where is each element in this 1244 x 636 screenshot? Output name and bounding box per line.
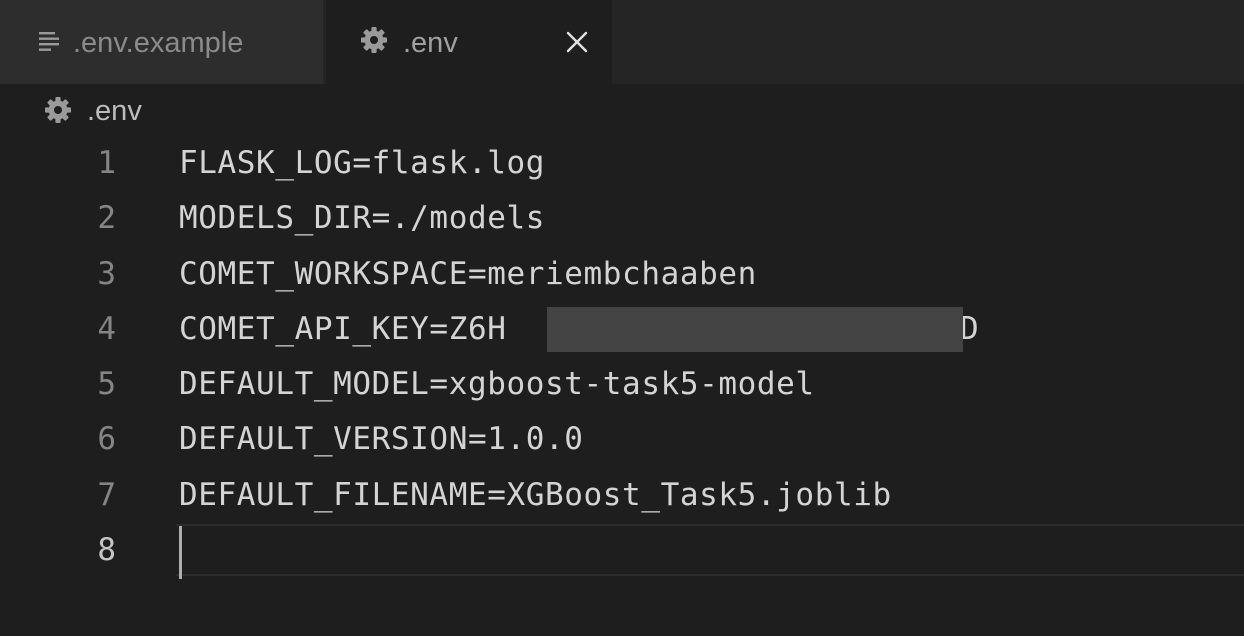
code-line[interactable]: 7 DEFAULT_FILENAME=XGBoost_Task5.joblib <box>0 468 1244 523</box>
redaction-box <box>547 307 963 352</box>
gear-icon <box>361 27 387 53</box>
tab-env[interactable]: .env <box>326 0 612 84</box>
line-number: 8 <box>97 532 116 568</box>
line-number: 4 <box>97 311 116 347</box>
line-number: 5 <box>97 366 116 402</box>
line-number: 1 <box>97 145 116 181</box>
breadcrumb-file-label[interactable]: .env <box>87 94 142 128</box>
code-line[interactable]: 1 FLASK_LOG=flask.log <box>0 136 1244 191</box>
code-line-current[interactable]: 8 <box>0 523 1244 578</box>
line-text[interactable]: MODELS_DIR=./models <box>179 191 545 246</box>
tab-label: .env <box>403 27 458 59</box>
tab-bar: .env.example .env <box>0 0 1244 84</box>
line-number: 2 <box>97 200 116 236</box>
line-number: 7 <box>97 477 116 513</box>
close-icon[interactable] <box>562 27 592 57</box>
list-lines-icon <box>39 32 59 51</box>
tab-env-example[interactable]: .env.example <box>0 0 324 84</box>
code-line[interactable]: 6 DEFAULT_VERSION=1.0.0 <box>0 412 1244 467</box>
line-number: 3 <box>97 256 116 292</box>
line-text[interactable]: COMET_WORKSPACE=meriembchaaben <box>179 247 757 302</box>
line-text[interactable]: DEFAULT_FILENAME=XGBoost_Task5.joblib <box>179 468 892 523</box>
breadcrumb: .env <box>0 84 1244 134</box>
line-text[interactable]: DEFAULT_MODEL=xgboost-task5-model <box>179 357 815 412</box>
line-text[interactable]: FLASK_LOG=flask.log <box>179 136 545 191</box>
tab-label: .env.example <box>73 27 244 59</box>
gear-icon <box>45 97 71 123</box>
code-line[interactable]: 5 DEFAULT_MODEL=xgboost-task5-model <box>0 357 1244 412</box>
code-editor[interactable]: 1 FLASK_LOG=flask.log 2 MODELS_DIR=./mod… <box>0 134 1244 636</box>
code-line[interactable]: 3 COMET_WORKSPACE=meriembchaaben <box>0 247 1244 302</box>
code-line[interactable]: 2 MODELS_DIR=./models <box>0 191 1244 246</box>
api-key-prefix: COMET_API_KEY=Z6H <box>179 311 507 347</box>
text-cursor <box>179 526 182 579</box>
line-text[interactable]: DEFAULT_VERSION=1.0.0 <box>179 412 584 467</box>
line-number: 6 <box>97 421 116 457</box>
